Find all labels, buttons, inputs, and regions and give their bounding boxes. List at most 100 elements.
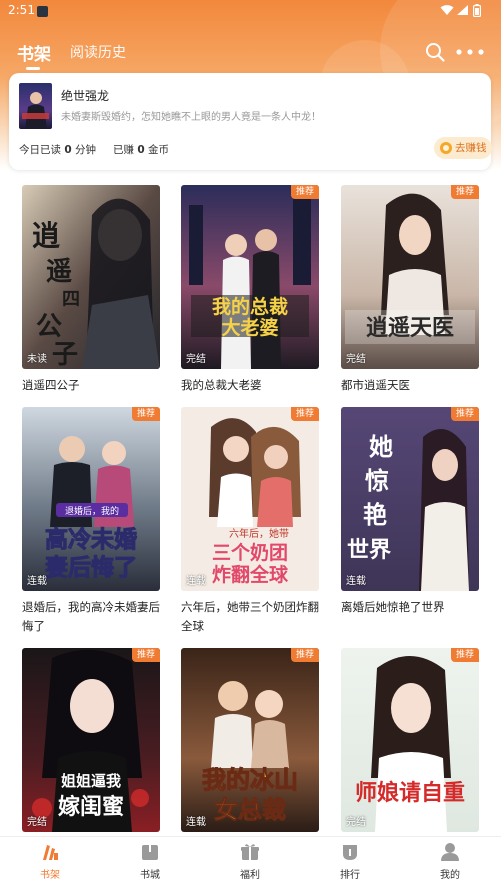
read-today-stat: 今日已读 0 分钟 <box>19 142 96 157</box>
svg-text:艳: 艳 <box>363 500 387 529</box>
read-today-label: 今日已读 <box>19 144 61 156</box>
tab-bookshelf[interactable]: 书架 <box>17 40 51 70</box>
gift-icon <box>241 844 259 860</box>
wifi-icon <box>440 5 454 15</box>
tab-bookshelf-label: 书架 <box>17 45 51 65</box>
read-today-value: 0 <box>64 144 72 156</box>
book-cover[interactable]: 退婚后，我的 高冷未婚 妻后悔了 推荐 连载 <box>22 407 160 591</box>
svg-text:遥: 遥 <box>46 257 72 287</box>
profile-icon <box>441 843 459 861</box>
read-today-unit: 分钟 <box>75 144 96 156</box>
book-title[interactable]: 六年后，她带三个奶团炸翻全球 <box>181 598 319 636</box>
book-title[interactable]: 离婚后她惊艳了世界 <box>341 598 479 617</box>
svg-text:我的总裁: 我的总裁 <box>212 295 288 318</box>
nav-welfare-label: 福利 <box>240 870 260 881</box>
svg-text:逍遥天医: 逍遥天医 <box>366 315 454 341</box>
svg-text:妻后悔了: 妻后悔了 <box>45 554 137 581</box>
svg-text:嫁闺蜜: 嫁闺蜜 <box>58 794 124 820</box>
svg-text:退婚后，我的: 退婚后，我的 <box>65 505 119 517</box>
book-item[interactable]: 我的总裁 大老婆 推荐 完结 我的总裁大老婆 <box>181 185 319 395</box>
book-item[interactable]: 师娘请自重 推荐 完结 <box>341 648 479 832</box>
recent-book-cover[interactable] <box>19 83 52 129</box>
app-notification-icon <box>37 6 48 17</box>
book-status-tag: 未读 <box>27 354 47 365</box>
signal-icon <box>457 5 468 15</box>
book-cover[interactable]: 我的冰山 女总裁 推荐 连载 <box>181 648 319 832</box>
recommend-badge: 推荐 <box>132 648 160 662</box>
book-title[interactable]: 我的总裁大老婆 <box>181 376 319 395</box>
earn-money-label: 去赚钱 <box>455 142 487 154</box>
status-time: 2:51 <box>8 3 35 17</box>
recommend-badge: 推荐 <box>291 648 319 662</box>
svg-text:逍: 逍 <box>32 219 60 252</box>
svg-text:六年后，她带: 六年后，她带 <box>229 527 289 540</box>
book-status-tag: 连载 <box>186 817 206 828</box>
bottom-navigation: 书架 书城 福利 排行 我的 <box>0 836 501 891</box>
nav-profile-label: 我的 <box>440 870 460 881</box>
tab-reading-history-label: 阅读历史 <box>70 45 126 61</box>
book-item[interactable]: 她 惊 艳 世界 推荐 连载 离婚后她惊艳了世界 <box>341 407 479 617</box>
book-cover[interactable]: 她 惊 艳 世界 推荐 连载 <box>341 407 479 591</box>
book-cover[interactable]: 六年后，她带 三个奶团 炸翻全球 推荐 连载 <box>181 407 319 591</box>
svg-text:炸翻全球: 炸翻全球 <box>212 563 289 586</box>
nav-profile[interactable]: 我的 <box>420 842 480 881</box>
recommend-badge: 推荐 <box>451 407 479 421</box>
earn-money-button[interactable]: 去赚钱 <box>434 137 492 159</box>
book-cover[interactable]: 逍 遥 四 公 子 未读 <box>22 185 160 369</box>
book-item[interactable]: 退婚后，我的 高冷未婚 妻后悔了 推荐 连载 退婚后，我的高冷未婚妻后悔了 <box>22 407 160 636</box>
bookshelf-icon <box>43 845 58 860</box>
nav-ranking[interactable]: 排行 <box>320 842 380 881</box>
svg-text:世界: 世界 <box>347 537 391 563</box>
recommend-badge: 推荐 <box>291 407 319 421</box>
svg-text:四: 四 <box>62 289 80 310</box>
nav-bookstore[interactable]: 书城 <box>120 842 180 881</box>
svg-text:高冷未婚: 高冷未婚 <box>45 526 137 553</box>
svg-text:子: 子 <box>52 340 78 369</box>
nav-welfare[interactable]: 福利 <box>220 842 280 881</box>
svg-text:公: 公 <box>36 312 62 342</box>
book-title[interactable]: 退婚后，我的高冷未婚妻后悔了 <box>22 598 160 636</box>
recent-reading-card[interactable]: 绝世强龙 未婚妻斯毁婚约，怎知她瞧不上眼的男人竟是一条人中龙！ 今日已读 0 分… <box>9 73 492 170</box>
tab-reading-history[interactable]: 阅读历史 <box>70 42 126 62</box>
nav-bookshelf[interactable]: 书架 <box>20 842 80 881</box>
book-item[interactable]: 我的冰山 女总裁 推荐 连载 <box>181 648 319 832</box>
book-status-tag: 连载 <box>27 576 47 587</box>
top-header: 书架 阅读历史 <box>0 34 501 70</box>
book-status-tag: 完结 <box>346 354 366 365</box>
recent-book-title[interactable]: 绝世强龙 <box>61 87 109 104</box>
recommend-badge: 推荐 <box>451 648 479 662</box>
nav-ranking-label: 排行 <box>340 870 360 881</box>
svg-text:大老婆: 大老婆 <box>221 316 278 339</box>
book-item[interactable]: 逍遥天医 推荐 完结 都市逍遥天医 <box>341 185 479 395</box>
book-title[interactable]: 都市逍遥天医 <box>341 376 479 395</box>
active-tab-indicator <box>26 67 40 70</box>
book-item[interactable]: 逍 遥 四 公 子 未读 逍遥四公子 <box>22 185 160 395</box>
book-item[interactable]: 六年后，她带 三个奶团 炸翻全球 推荐 连载 六年后，她带三个奶团炸翻全球 <box>181 407 319 636</box>
status-bar: 2:51 <box>0 0 501 24</box>
recommend-badge: 推荐 <box>291 185 319 199</box>
book-cover[interactable]: 逍遥天医 推荐 完结 <box>341 185 479 369</box>
more-icon[interactable] <box>454 48 488 56</box>
book-item[interactable]: 姐姐逼我 嫁闺蜜 推荐 完结 <box>22 648 160 832</box>
svg-text:她: 她 <box>369 432 393 461</box>
recommend-badge: 推荐 <box>132 407 160 421</box>
search-icon[interactable] <box>424 41 446 63</box>
earned-label: 已赚 <box>113 144 134 156</box>
battery-icon <box>473 4 481 17</box>
nav-bookshelf-label: 书架 <box>40 870 60 881</box>
book-status-tag: 完结 <box>186 354 206 365</box>
book-cover[interactable]: 姐姐逼我 嫁闺蜜 推荐 完结 <box>22 648 160 832</box>
svg-text:三个奶团: 三个奶团 <box>212 541 288 564</box>
book-status-tag: 完结 <box>27 817 47 828</box>
book-title[interactable]: 逍遥四公子 <box>22 376 160 395</box>
book-cover[interactable]: 我的总裁 大老婆 推荐 完结 <box>181 185 319 369</box>
svg-text:惊: 惊 <box>365 466 389 495</box>
svg-text:女总裁: 女总裁 <box>214 795 286 824</box>
recommend-badge: 推荐 <box>451 185 479 199</box>
book-cover[interactable]: 师娘请自重 推荐 完结 <box>341 648 479 832</box>
book-status-tag: 完结 <box>346 817 366 828</box>
earned-unit: 金币 <box>148 144 169 156</box>
svg-text:师娘请自重: 师娘请自重 <box>355 780 465 806</box>
earned-value: 0 <box>137 144 145 156</box>
bookstore-icon <box>142 845 158 860</box>
